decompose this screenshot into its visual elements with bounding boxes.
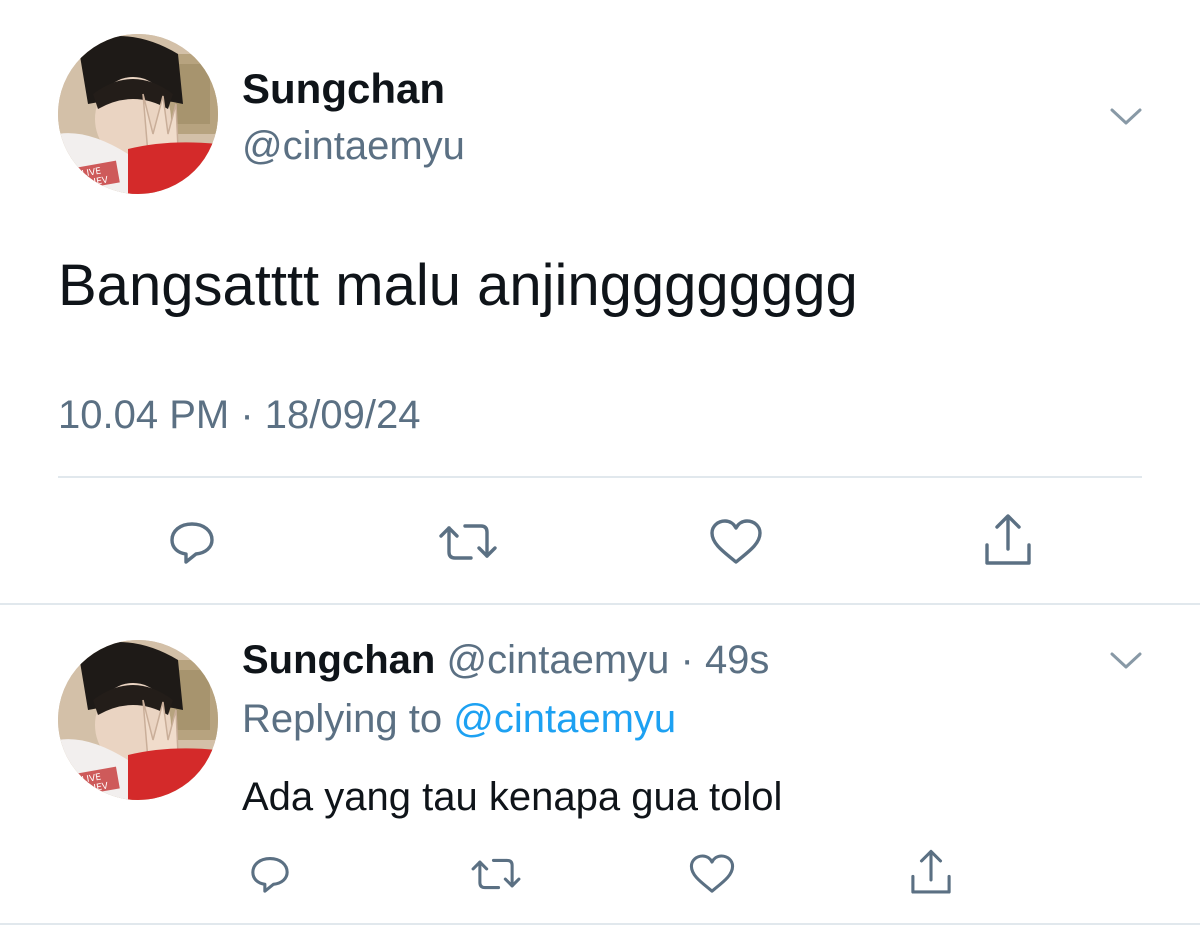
reply-age[interactable]: 49s xyxy=(705,638,770,682)
reply-retweet-button[interactable] xyxy=(466,848,526,900)
divider xyxy=(58,476,1142,478)
divider xyxy=(0,923,1200,925)
reply-handle[interactable]: @cintaemyu xyxy=(446,638,669,682)
tweet-text: Bangsatttt malu anjingggggggg xyxy=(58,253,858,318)
display-name[interactable]: Sungchan xyxy=(242,64,445,114)
replying-to-line: Replying to @cintaemyu xyxy=(242,694,676,744)
reply-like-button[interactable] xyxy=(684,848,740,900)
like-button[interactable] xyxy=(705,512,767,572)
reply-button[interactable] xyxy=(162,512,222,572)
replying-prefix: Replying to xyxy=(242,697,454,741)
reply-avatar[interactable]: LIVE CHEV xyxy=(58,640,218,800)
divider xyxy=(0,603,1200,605)
share-icon xyxy=(985,514,1031,565)
like-icon xyxy=(710,519,762,564)
share-button[interactable] xyxy=(978,510,1038,572)
retweet-button[interactable] xyxy=(433,512,503,572)
reply-tweet-text: Ada yang tau kenapa gua tolol xyxy=(242,775,783,819)
reply-header: Sungchan @cintaemyu · 49s xyxy=(242,635,769,685)
retweet-icon xyxy=(471,858,521,890)
reply-reply-button[interactable] xyxy=(242,848,298,900)
tweet-timestamp[interactable]: 10.04 PM · 18/09/24 xyxy=(58,390,420,440)
reply-more-options-caret-icon[interactable] xyxy=(1108,648,1144,672)
more-options-caret-icon[interactable] xyxy=(1108,104,1144,128)
reply-icon xyxy=(170,522,214,564)
user-handle[interactable]: @cintaemyu xyxy=(242,121,465,171)
share-icon xyxy=(911,849,951,894)
reply-display-name[interactable]: Sungchan xyxy=(242,638,435,682)
reply-icon xyxy=(251,857,289,893)
retweet-icon xyxy=(439,524,497,560)
avatar[interactable]: LIVE CHEV xyxy=(58,34,218,194)
reply-separator: · xyxy=(669,638,705,682)
reply-share-button[interactable] xyxy=(904,846,958,900)
replying-mention-link[interactable]: @cintaemyu xyxy=(453,697,676,741)
like-icon xyxy=(689,854,735,893)
